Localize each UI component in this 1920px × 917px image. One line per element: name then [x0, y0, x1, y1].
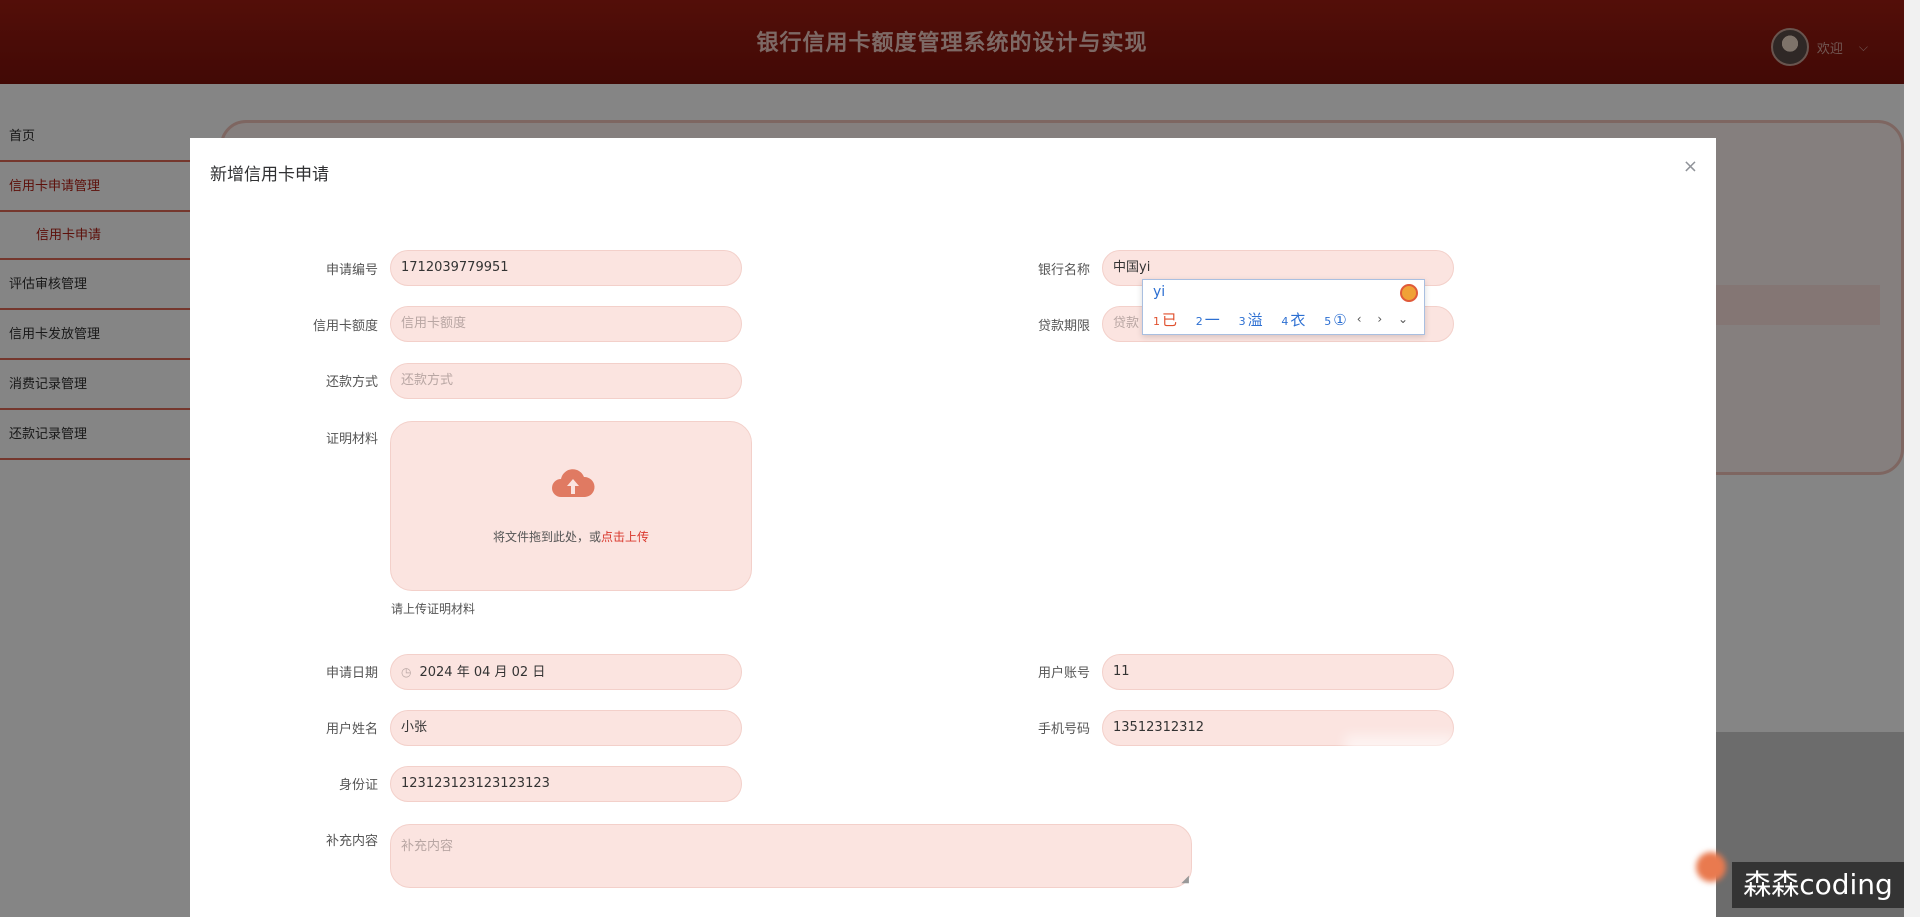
upload-instruction: 将文件拖到此处，或点击上传 — [391, 528, 751, 545]
bank-name-label: 银行名称 — [1037, 263, 1090, 278]
repay-method-label: 还款方式 — [325, 375, 378, 390]
page-scrollbar[interactable] — [1904, 0, 1920, 917]
apply-date-picker[interactable]: ◷ 2024 年 04 月 02 日 — [390, 654, 742, 690]
phone-label: 手机号码 — [1037, 722, 1090, 737]
upload-cloud-icon — [552, 469, 595, 497]
proof-label: 证明材料 — [325, 432, 378, 447]
ime-composition: yi — [1153, 284, 1166, 300]
dialog-title: 新增信用卡申请 — [210, 165, 329, 185]
user-account-label: 用户账号 — [1037, 666, 1090, 681]
id-card-input[interactable]: 123123123123123123 — [390, 766, 742, 802]
user-account-input[interactable]: 11 — [1102, 654, 1454, 690]
close-icon[interactable]: × — [1683, 156, 1698, 177]
apply-no-input[interactable]: 1712039779951 — [390, 250, 742, 286]
floating-orange-dot — [1696, 852, 1726, 882]
loan-term-label: 贷款期限 — [1037, 319, 1090, 334]
blurred-region — [1345, 735, 1455, 770]
ime-skin-icon[interactable] — [1400, 284, 1418, 302]
upload-tip: 请上传证明材料 — [391, 602, 476, 616]
apply-date-value: 2024 年 04 月 02 日 — [419, 665, 546, 680]
ime-candidate[interactable]: 5① — [1324, 311, 1346, 329]
ime-candidate[interactable]: 4衣 — [1281, 311, 1305, 329]
resize-handle-icon[interactable]: ◢ — [1181, 874, 1189, 885]
ime-candidates: 1已 2一 3溢 4衣 5① — [1153, 309, 1361, 330]
ime-candidate[interactable]: 2一 — [1196, 311, 1220, 329]
proof-upload-dropzone[interactable]: 将文件拖到此处，或点击上传 — [390, 421, 752, 591]
upload-text: 将文件拖到此处，或 — [492, 530, 601, 544]
extra-placeholder: 补充内容 — [401, 839, 454, 854]
id-card-label: 身份证 — [338, 778, 378, 793]
apply-date-label: 申请日期 — [325, 666, 378, 681]
ime-candidate[interactable]: 1已 — [1153, 311, 1177, 329]
ime-candidate-popup: yi 1已 2一 3溢 4衣 5① ‹ › ⌄ — [1142, 279, 1425, 335]
repay-method-input[interactable]: 还款方式 — [390, 363, 742, 399]
add-application-dialog: 新增信用卡申请 × 申请编号 1712039779951 银行名称 中国yi 信… — [190, 138, 1716, 917]
extra-textarea[interactable]: 补充内容 ◢ — [390, 824, 1192, 888]
credit-limit-label: 信用卡额度 — [312, 319, 378, 334]
user-name-label: 用户姓名 — [325, 722, 378, 737]
apply-no-label: 申请编号 — [325, 263, 378, 278]
credit-limit-input[interactable]: 信用卡额度 — [390, 306, 742, 342]
click-upload-link[interactable]: 点击上传 — [601, 530, 649, 544]
extra-label: 补充内容 — [325, 834, 378, 849]
clock-icon: ◷ — [401, 665, 412, 679]
ime-page-nav[interactable]: ‹ › ⌄ — [1357, 312, 1414, 326]
ime-candidate[interactable]: 3溢 — [1239, 311, 1263, 329]
user-name-input[interactable]: 小张 — [390, 710, 742, 746]
watermark: 森森coding — [1732, 862, 1904, 908]
